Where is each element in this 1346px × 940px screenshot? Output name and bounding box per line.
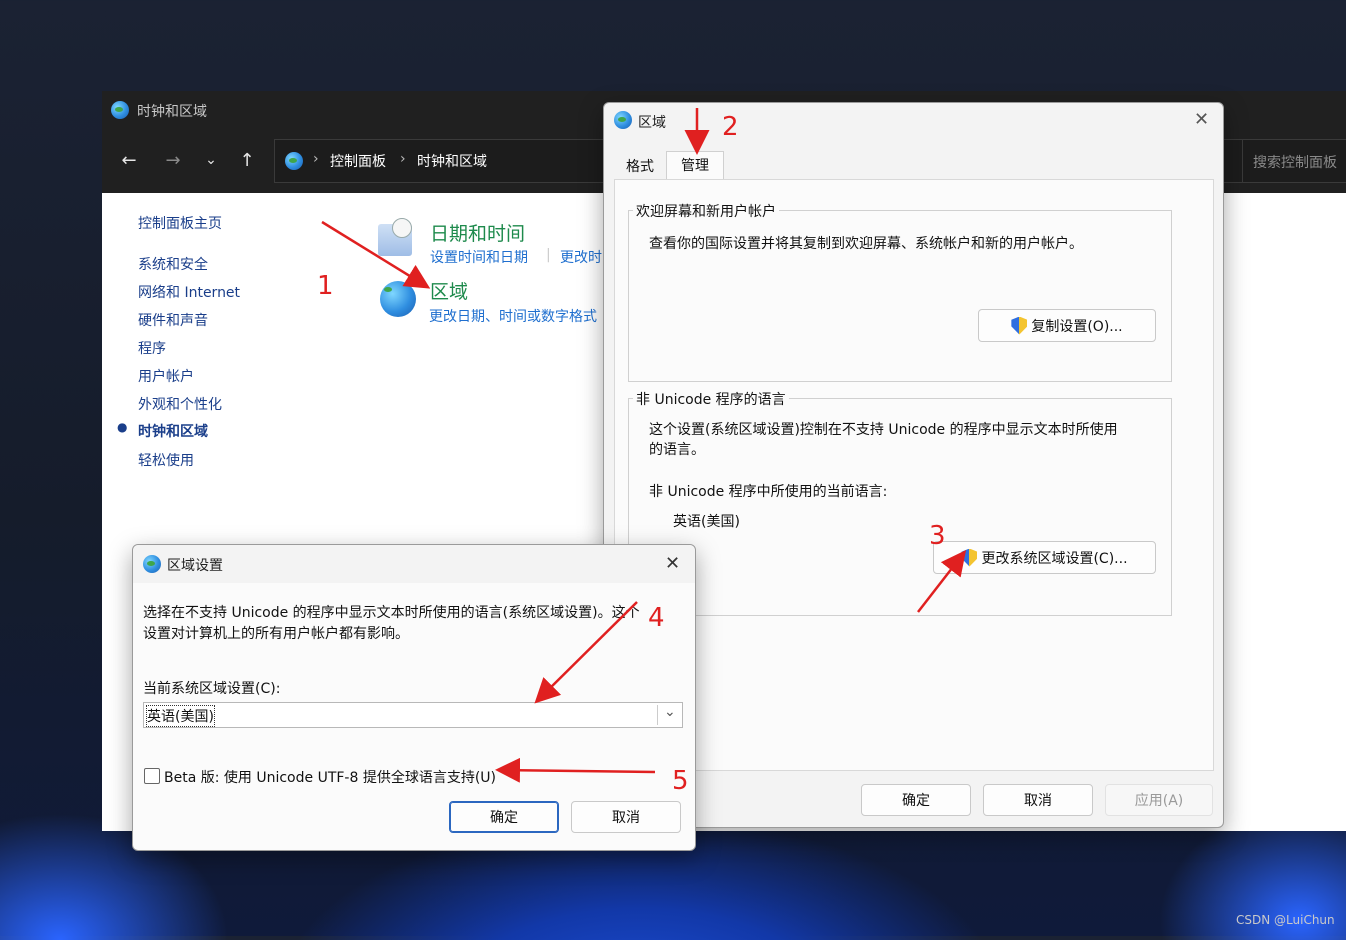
category-title-datetime[interactable]: 日期和时间 [430,219,525,246]
region-dialog: 区域 ✕ 格式 管理 欢迎屏幕和新用户帐户 查看你的国际设置并将其复制到欢迎屏幕… [603,102,1224,828]
breadcrumb-item[interactable]: 时钟和区域 [417,151,487,171]
breadcrumb-sep-icon: › [400,151,406,167]
non-unicode-group: 非 Unicode 程序的语言 这个设置(系统区域设置)控制在不支持 Unico… [628,389,1172,616]
search-placeholder: 搜索控制面板 [1253,155,1337,171]
region-globe-icon [380,281,416,317]
sidebar-item-accessibility[interactable]: 轻松使用 [138,450,194,470]
welcome-group: 欢迎屏幕和新用户帐户 查看你的国际设置并将其复制到欢迎屏幕、系统帐户和新的用户帐… [628,201,1172,382]
link-change-formats[interactable]: 更改日期、时间或数字格式 [429,306,603,326]
non-unicode-description-1: 这个设置(系统区域设置)控制在不支持 Unicode 的程序中显示文本时所使用 [649,422,1118,438]
non-unicode-description-2: 的语言。 [649,442,705,458]
breadcrumb-item[interactable]: 控制面板 [330,151,386,171]
copy-settings-label: 复制设置(O)... [1031,318,1123,335]
annotation-4: 4 [648,603,665,633]
current-language-label: 非 Unicode 程序中所使用的当前语言: [649,484,888,500]
breadcrumb-sep-icon: › [313,151,319,167]
globe-icon [111,101,129,119]
chevron-down-icon: ⌄ [664,704,676,720]
sidebar-item-programs[interactable]: 程序 [138,338,166,358]
beta-utf8-checkbox[interactable] [144,768,160,784]
link-set-time[interactable]: 设置时间和日期 [430,247,528,267]
tab-strip: 格式 管理 [614,147,1212,180]
cp-window-title: 时钟和区域 [137,104,207,120]
annotation-1: 1 [317,271,334,301]
clock-face-icon [392,218,412,238]
close-icon[interactable]: ✕ [665,553,680,574]
region-apply-button[interactable]: 应用(A) [1105,784,1213,816]
locale-select-label: 当前系统区域设置(C): [143,681,281,697]
non-unicode-group-label: 非 Unicode 程序的语言 [633,389,789,409]
tab-panel: 欢迎屏幕和新用户帐户 查看你的国际设置并将其复制到欢迎屏幕、系统帐户和新的用户帐… [614,179,1214,771]
welcome-description: 查看你的国际设置并将其复制到欢迎屏幕、系统帐户和新的用户帐户。 [649,236,1083,252]
uac-shield-icon [1011,316,1028,335]
locale-select[interactable]: 英语(美国) ⌄ [143,702,683,728]
watermark: CSDN @LuiChun [1236,913,1335,927]
change-system-locale-button[interactable]: 更改系统区域设置(C)... [933,541,1156,574]
globe-icon [285,152,303,170]
search-input[interactable]: 搜索控制面板 [1242,139,1346,183]
sidebar-item-security[interactable]: 系统和安全 [138,254,208,274]
current-language-value: 英语(美国) [673,514,740,530]
tab-administrative[interactable]: 管理 [666,151,724,180]
locale-select-value: 英语(美国) [146,705,215,727]
tab-format[interactable]: 格式 [614,155,666,179]
locale-dialog-title: 区域设置 [167,558,223,574]
annotation-2: 2 [722,112,739,142]
forward-arrow-icon[interactable]: → [158,145,188,175]
link-divider: | [546,247,551,263]
locale-ok-button[interactable]: 确定 [449,801,559,833]
sidebar-item-hardware[interactable]: 硬件和声音 [138,310,208,330]
locale-description-2: 设置对计算机上的所有用户帐户都有影响。 [143,626,409,642]
close-icon[interactable]: ✕ [1194,109,1209,130]
globe-icon [614,111,632,129]
locale-cancel-button[interactable]: 取消 [571,801,681,833]
locale-description-1: 选择在不支持 Unicode 的程序中显示文本时所使用的语言(系统区域设置)。这… [143,605,640,621]
select-divider [657,705,658,725]
sidebar-item-appearance[interactable]: 外观和个性化 [138,394,222,414]
active-bullet-icon: ● [117,420,128,434]
category-title-region[interactable]: 区域 [430,277,468,304]
sidebar-item-network[interactable]: 网络和 Internet [138,282,240,302]
uac-shield-icon [961,548,978,567]
chevron-down-icon[interactable]: ⌄ [196,145,226,175]
region-ok-button[interactable]: 确定 [861,784,971,816]
change-system-locale-label: 更改系统区域设置(C)... [981,550,1128,567]
locale-titlebar: 区域设置 ✕ [133,545,695,583]
back-arrow-icon[interactable]: ← [114,145,144,175]
welcome-group-label: 欢迎屏幕和新用户帐户 [633,201,779,221]
sidebar-item-clock-region[interactable]: 时钟和区域 [138,421,208,441]
sidebar-item-home[interactable]: 控制面板主页 [138,213,222,233]
copy-settings-button[interactable]: 复制设置(O)... [978,309,1156,342]
globe-icon [143,555,161,573]
calendar-clock-icon [378,218,412,256]
link-change-timezone[interactable]: 更改时 [560,247,602,267]
region-cancel-button[interactable]: 取消 [983,784,1093,816]
beta-utf8-label[interactable]: Beta 版: 使用 Unicode UTF-8 提供全球语言支持(U) [164,767,496,787]
annotation-5: 5 [672,766,689,796]
up-arrow-icon[interactable]: ↑ [232,145,262,175]
sidebar-item-users[interactable]: 用户帐户 [138,366,194,386]
locale-dialog: 区域设置 ✕ 选择在不支持 Unicode 的程序中显示文本时所使用的语言(系统… [132,544,696,851]
annotation-3: 3 [929,521,946,551]
region-dialog-title: 区域 [638,115,666,131]
